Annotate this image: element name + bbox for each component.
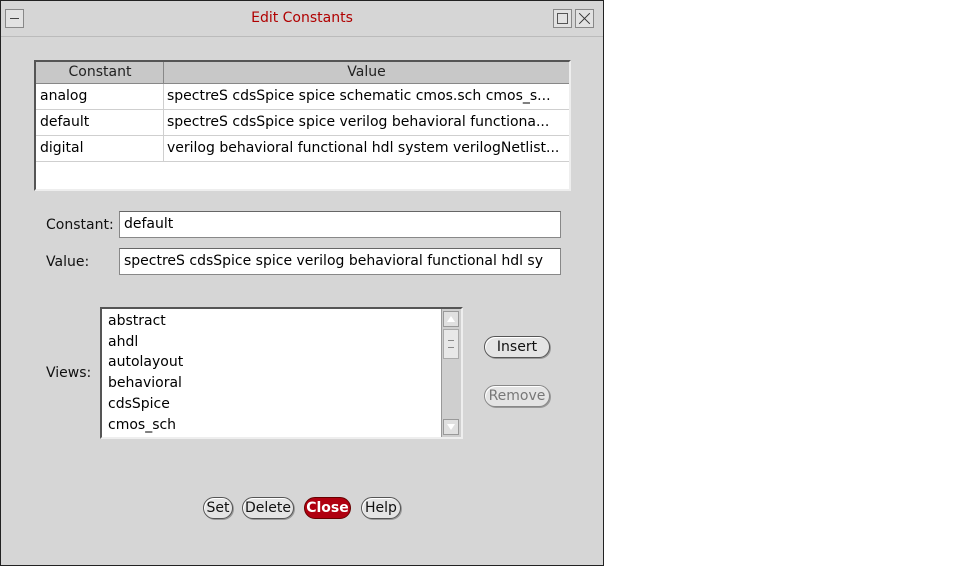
list-item[interactable]: cmos_sch <box>108 417 176 433</box>
remove-button[interactable]: Remove <box>484 385 550 407</box>
list-item[interactable]: autolayout <box>108 354 183 370</box>
views-label: Views: <box>46 365 92 381</box>
views-list[interactable]: abstract ahdl autolayout behavioral cdsS… <box>100 307 463 439</box>
cell-divider <box>163 84 164 109</box>
close-button[interactable]: Close <box>304 497 351 519</box>
window-title: Edit Constants <box>251 10 353 26</box>
table-row[interactable]: default spectreS cdsSpice spice verilog … <box>36 110 569 136</box>
scroll-thumb[interactable] <box>443 329 459 359</box>
table-row[interactable]: digital verilog behavioral functional hd… <box>36 136 569 162</box>
insert-button[interactable]: Insert <box>484 336 550 358</box>
constant-cell[interactable]: digital <box>40 140 160 156</box>
table-header: Constant Value <box>36 62 569 84</box>
close-window-icon[interactable] <box>575 9 594 28</box>
constant-input[interactable]: default <box>119 211 561 238</box>
maximize-icon[interactable] <box>553 9 572 28</box>
edit-constants-window: Edit Constants Constant Value analog spe… <box>0 0 604 566</box>
list-item[interactable]: abstract <box>108 313 166 329</box>
help-button[interactable]: Help <box>361 497 401 519</box>
column-header-value[interactable]: Value <box>164 64 569 80</box>
delete-button[interactable]: Delete <box>242 497 294 519</box>
cell-divider <box>163 110 164 135</box>
value-label: Value: <box>46 254 90 270</box>
constants-table: Constant Value analog spectreS cdsSpice … <box>34 60 571 191</box>
constant-cell[interactable]: default <box>40 114 160 130</box>
value-cell[interactable]: spectreS cdsSpice spice verilog behavior… <box>167 114 565 130</box>
value-cell[interactable]: spectreS cdsSpice spice schematic cmos.s… <box>167 88 565 104</box>
title-bar[interactable]: Edit Constants <box>1 1 603 37</box>
list-item[interactable]: cdsSpice <box>108 396 170 412</box>
table-row[interactable]: analog spectreS cdsSpice spice schematic… <box>36 84 569 110</box>
views-scrollbar[interactable] <box>441 309 461 437</box>
constant-cell[interactable]: analog <box>40 88 160 104</box>
column-header-constant[interactable]: Constant <box>36 64 164 80</box>
list-item[interactable]: behavioral <box>108 375 182 391</box>
list-item[interactable]: ahdl <box>108 334 138 350</box>
scroll-down-icon[interactable] <box>443 419 459 435</box>
value-cell[interactable]: verilog behavioral functional hdl system… <box>167 140 565 156</box>
value-input[interactable]: spectreS cdsSpice spice verilog behavior… <box>119 248 561 275</box>
scroll-up-icon[interactable] <box>443 311 459 327</box>
set-button[interactable]: Set <box>203 497 233 519</box>
cell-divider <box>163 136 164 161</box>
constant-label: Constant: <box>46 217 114 233</box>
